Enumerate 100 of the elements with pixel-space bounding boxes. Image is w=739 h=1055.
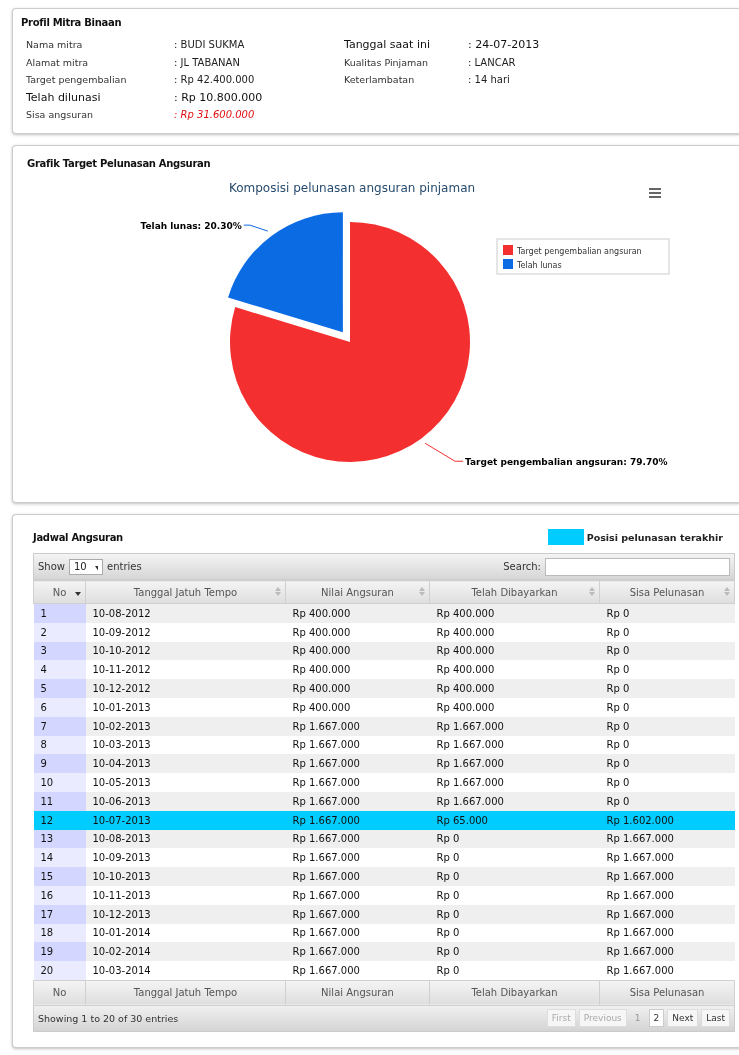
table-cell: Rp 1.667.000: [285, 904, 430, 924]
table-cell: Rp 400.000: [429, 603, 600, 623]
table-cell: 2: [33, 622, 86, 642]
field-label: Sisa angsuran: [26, 109, 95, 121]
column-header[interactable]: No: [33, 580, 86, 604]
table-cell: 20: [33, 961, 86, 981]
page-size-select[interactable]: 10: [69, 558, 103, 575]
pagination-button[interactable]: Next: [667, 1009, 699, 1028]
table-cell: Rp 0: [429, 942, 600, 962]
table-cell: 1: [33, 603, 86, 623]
table-cell: Rp 400.000: [285, 641, 430, 661]
column-footer: Telah Dibayarkan: [429, 980, 600, 1006]
table-cell: 10-11-2013: [85, 885, 286, 905]
table-cell: Rp 1.667.000: [285, 961, 430, 981]
table-cell: Rp 0: [599, 641, 735, 661]
table-cell: 10-11-2012: [85, 660, 286, 680]
table-cell: 10-10-2012: [85, 641, 286, 661]
legend-label: Posisi pelunasan terakhir: [586, 531, 723, 543]
table-cell: Rp 0: [599, 698, 735, 717]
table-cell: Rp 1.667.000: [429, 791, 600, 811]
field-label: Keterlambatan: [344, 74, 416, 86]
field-value: : 24-07-2013: [468, 38, 540, 52]
field-value: : Rp 42.400.000: [174, 74, 255, 86]
table-cell: Rp 1.667.000: [429, 716, 600, 736]
column-header[interactable]: Nilai Angsuran: [285, 580, 430, 604]
table-cell: Rp 1.667.000: [285, 885, 430, 905]
table-cell: Rp 1.667.000: [285, 773, 430, 792]
table-cell: 10-03-2014: [85, 961, 286, 981]
legend-label: Telah lunas: [517, 261, 562, 270]
table-cell: 10-06-2013: [85, 791, 286, 811]
table-cell: 10-12-2012: [85, 679, 286, 698]
table-cell: Rp 400.000: [429, 698, 600, 717]
column-footer: Sisa Pelunasan: [599, 980, 735, 1006]
search-field[interactable]: [545, 557, 730, 576]
field-value: : LANCAR: [468, 56, 516, 68]
table-cell: Rp 0: [429, 848, 600, 868]
table-cell: Rp 0: [429, 829, 600, 849]
column-footer: Nilai Angsuran: [285, 980, 430, 1006]
table-cell: Rp 0: [599, 660, 735, 680]
table-cell: Rp 1.667.000: [429, 735, 600, 755]
page-button[interactable]: 2: [648, 1009, 665, 1028]
entries-info: Showing 1 to 20 of 30 entries: [38, 1012, 179, 1024]
show-label: Show: [38, 561, 65, 572]
menu-icon: [649, 188, 661, 198]
entries-label: entries: [107, 561, 142, 572]
table-cell: Rp 0: [429, 923, 600, 943]
table-cell: Rp 400.000: [285, 698, 430, 717]
table-cell: Rp 1.667.000: [599, 942, 735, 962]
table-cell: 19: [33, 942, 86, 962]
table-cell: Rp 1.667.000: [285, 735, 430, 755]
table-cell: Rp 1.667.000: [599, 848, 735, 868]
table-cell: Rp 1.667.000: [285, 923, 430, 943]
pagination-button[interactable]: Last: [701, 1009, 730, 1028]
table-cell: Rp 1.602.000: [599, 810, 735, 830]
table-cell: Rp 400.000: [429, 679, 600, 698]
table-cell: Rp 0: [429, 885, 600, 905]
table-cell: 10-04-2013: [85, 754, 286, 774]
table-cell: Rp 1.667.000: [285, 716, 430, 736]
table-cell: 8: [33, 735, 86, 755]
table-cell: Rp 400.000: [429, 641, 600, 661]
table-cell: Rp 1.667.000: [599, 904, 735, 924]
table-cell: Rp 400.000: [285, 679, 430, 698]
table-cell: 10: [33, 773, 86, 792]
table-cell: 10-07-2013: [85, 810, 286, 830]
table-cell: 13: [33, 829, 86, 849]
field-value: : Rp 31.600.000: [174, 109, 255, 121]
table-cell: Rp 0: [599, 603, 735, 623]
field-label: Telah dilunasi: [26, 90, 102, 104]
table-cell: Rp 1.667.000: [285, 754, 430, 774]
table-cell: Rp 1.667.000: [285, 810, 430, 830]
table-cell: Rp 1.667.000: [285, 942, 430, 962]
field-value: : Rp 10.800.000: [174, 90, 263, 104]
table-cell: 7: [33, 716, 86, 736]
table-cell: Rp 400.000: [285, 622, 430, 642]
table-cell: 5: [33, 679, 86, 698]
table-cell: 10-01-2014: [85, 923, 286, 943]
table-cell: 10-05-2013: [85, 773, 286, 792]
table-cell: 10-08-2012: [85, 603, 286, 623]
table-cell: 10-08-2013: [85, 829, 286, 849]
table-cell: 10-02-2014: [85, 942, 286, 962]
table-cell: 10-10-2013: [85, 867, 286, 886]
table-cell: 11: [33, 791, 86, 811]
column-header[interactable]: Sisa Pelunasan: [599, 580, 735, 604]
table-cell: Rp 1.667.000: [285, 867, 430, 886]
table-cell: Rp 400.000: [429, 660, 600, 680]
table-cell: 10-12-2013: [85, 904, 286, 924]
table-cell: Rp 0: [599, 679, 735, 698]
field-label: Alamat mitra: [26, 56, 90, 68]
table-cell: 9: [33, 754, 86, 774]
column-header[interactable]: Tanggal Jatuh Tempo: [85, 580, 286, 604]
table-cell: Rp 1.667.000: [599, 961, 735, 981]
panel-title: Grafik Target Pelunasan Angsuran: [27, 158, 212, 169]
table-cell: 14: [33, 848, 86, 868]
column-header[interactable]: Telah Dibayarkan: [429, 580, 600, 604]
field-label: Tanggal saat ini: [344, 38, 431, 52]
field-value: : 14 hari: [468, 74, 510, 86]
table-cell: Rp 0: [599, 735, 735, 755]
panel-title: Profil Mitra Binaan: [21, 17, 123, 28]
table-cell: Rp 400.000: [285, 660, 430, 680]
table-cell: 15: [33, 867, 86, 886]
